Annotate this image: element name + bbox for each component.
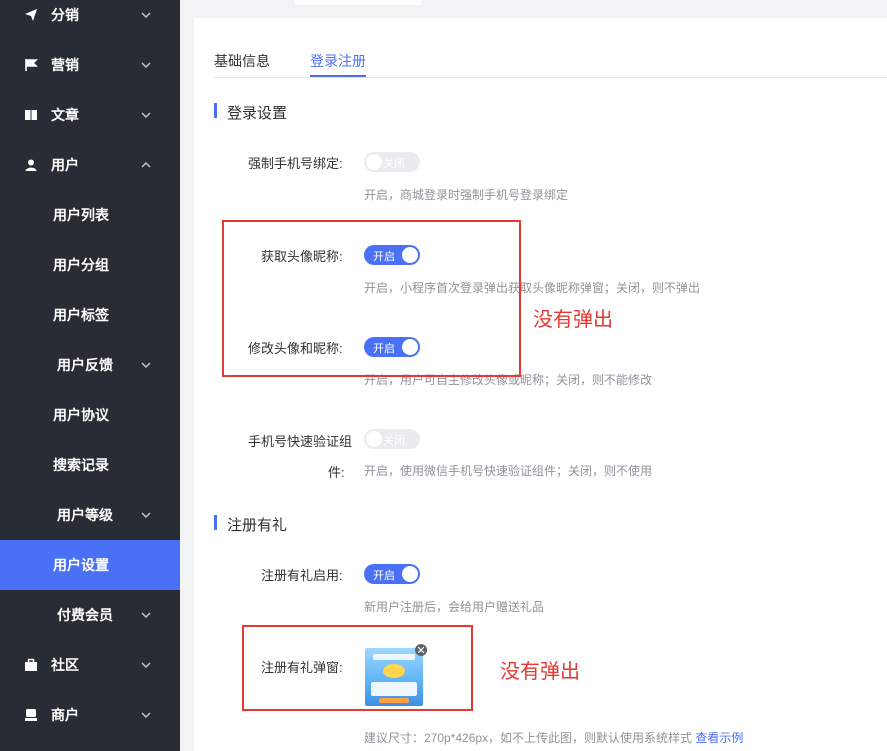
- switch-state-text: 关闭: [383, 435, 405, 447]
- label-phone-quick-verify: 手机号快速验证组: [248, 434, 353, 449]
- section-title-login: 登录设置: [227, 105, 288, 122]
- view-example-link[interactable]: 查看示例: [695, 731, 743, 745]
- annotation-box: [222, 220, 521, 377]
- chevron-down-icon: [141, 62, 151, 69]
- label-force-phone-binding: 强制手机号绑定:: [248, 156, 343, 171]
- chevron-down-icon: [141, 662, 151, 669]
- section-marker: [214, 103, 217, 118]
- user-icon: [25, 159, 37, 171]
- switch-state-text: 开启: [373, 570, 395, 582]
- sidebar-item-distribution[interactable]: 分销: [0, 0, 180, 40]
- hint-phone-quick-verify: 开启，使用微信手机号快速验证组件；关闭，则不使用: [364, 464, 653, 478]
- switch-state-text: 关闭: [383, 158, 405, 170]
- chevron-down-icon: [141, 512, 151, 519]
- chevron-down-icon: [141, 712, 151, 719]
- book-icon: [25, 110, 37, 120]
- chevron-down-icon: [141, 112, 151, 119]
- tab-active-indicator: [310, 75, 366, 77]
- sidebar-item-merchants[interactable]: 商户: [0, 690, 180, 740]
- chevron-down-icon: [141, 612, 151, 619]
- sidebar-item-user-levels[interactable]: 用户等级: [0, 490, 180, 540]
- send-icon: [25, 9, 37, 21]
- sidebar-item-search-records[interactable]: 搜索记录: [0, 440, 180, 490]
- switch-knob: [366, 431, 382, 447]
- label-phone-quick-verify-cont: 件:: [328, 465, 345, 480]
- sidebar-item-label: 用户分组: [53, 257, 109, 273]
- section-marker: [214, 515, 217, 530]
- sidebar-item-label: 付费会员: [57, 607, 113, 623]
- chevron-down-icon: [141, 362, 151, 369]
- section-title-register: 注册有礼: [227, 517, 288, 534]
- sidebar-item-marketing[interactable]: 营销: [0, 40, 180, 90]
- sidebar-item-label: 社区: [51, 657, 79, 673]
- switch-knob: [366, 154, 382, 170]
- top-tab-fragment: [295, 0, 421, 5]
- sidebar-item-label: 用户标签: [53, 307, 109, 323]
- switch-phone-quick-verify[interactable]: 关闭: [364, 429, 420, 449]
- hint-text: 建议尺寸：270p*426px，如不上传此图，则默认使用系统样式: [364, 731, 693, 745]
- hint-register-gift-popup: 建议尺寸：270p*426px，如不上传此图，则默认使用系统样式 查看示例: [364, 729, 743, 746]
- sidebar-item-label: 用户等级: [57, 507, 113, 523]
- sidebar: 分销 营销 文章 用户 用户列表 用户分组 用户标签 用户反馈 用户协议 搜索记…: [0, 0, 180, 751]
- sidebar-item-user-feedback[interactable]: 用户反馈: [0, 340, 180, 390]
- sidebar-item-paid-membership[interactable]: 付费会员: [0, 590, 180, 640]
- label-register-gift-enable: 注册有礼启用:: [261, 568, 343, 583]
- hint-register-gift-enable: 新用户注册后，会给用户赠送礼品: [364, 600, 545, 614]
- sidebar-item-user-settings[interactable]: 用户设置: [0, 540, 180, 590]
- top-strip: [180, 0, 887, 8]
- annotation-box: [242, 625, 473, 711]
- tab-login-register[interactable]: 登录注册: [310, 51, 366, 71]
- sidebar-item-users[interactable]: 用户: [0, 140, 180, 190]
- sidebar-item-user-agreement[interactable]: 用户协议: [0, 390, 180, 440]
- switch-force-phone-binding[interactable]: 关闭: [364, 152, 420, 172]
- sidebar-item-label: 营销: [51, 57, 79, 73]
- briefcase-icon: [25, 658, 37, 671]
- sidebar-item-user-groups[interactable]: 用户分组: [0, 240, 180, 290]
- sidebar-item-articles[interactable]: 文章: [0, 90, 180, 140]
- chevron-up-icon: [141, 161, 151, 168]
- sidebar-item-label: 文章: [51, 107, 79, 123]
- switch-knob: [402, 566, 418, 582]
- annotation-text: 没有弹出: [500, 661, 580, 683]
- sidebar-item-community[interactable]: 社区: [0, 640, 180, 690]
- sidebar-item-user-list[interactable]: 用户列表: [0, 190, 180, 240]
- chevron-down-icon: [141, 12, 151, 19]
- sidebar-item-label: 用户协议: [53, 407, 109, 423]
- sidebar-item-user-tags[interactable]: 用户标签: [0, 290, 180, 340]
- tab-basic-info[interactable]: 基础信息: [214, 51, 270, 71]
- sidebar-item-label: 用户: [51, 157, 79, 173]
- shop-icon: [25, 709, 37, 721]
- tabs-divider: [214, 77, 887, 78]
- sidebar-item-label: 用户列表: [53, 207, 109, 223]
- sidebar-item-label: 用户设置: [53, 557, 109, 573]
- sidebar-item-label: 用户反馈: [57, 357, 113, 373]
- sidebar-item-label: 分销: [51, 7, 79, 23]
- flag-icon: [25, 59, 38, 71]
- switch-register-gift-enable[interactable]: 开启: [364, 564, 420, 584]
- hint-force-phone-binding: 开启，商城登录时强制手机号登录绑定: [364, 188, 569, 202]
- sidebar-item-label: 商户: [51, 707, 79, 723]
- annotation-text: 没有弹出: [533, 309, 613, 331]
- sidebar-item-label: 搜索记录: [53, 457, 109, 473]
